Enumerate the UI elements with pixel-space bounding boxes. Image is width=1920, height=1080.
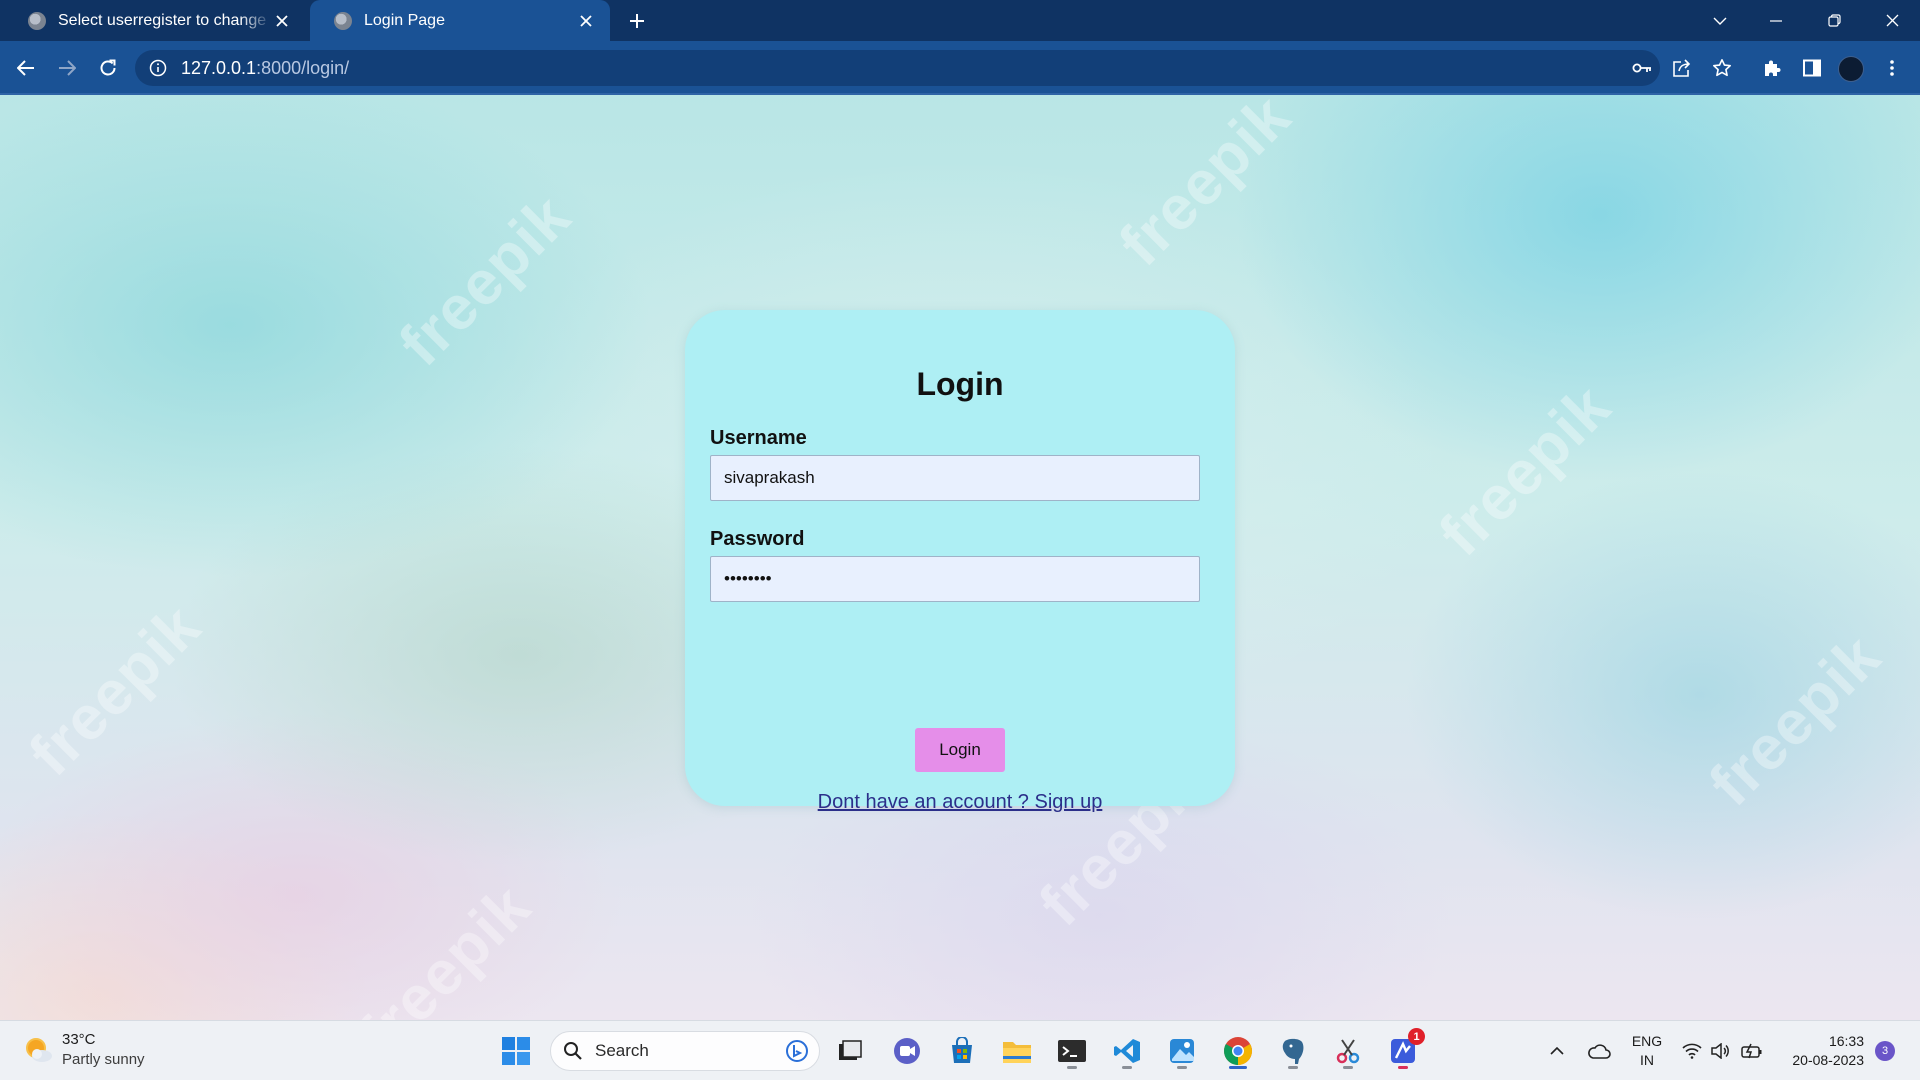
search-placeholder: Search — [595, 1041, 649, 1060]
photos-button[interactable] — [1162, 1031, 1202, 1071]
share-icon[interactable] — [1667, 50, 1697, 86]
terminal-icon — [1058, 1040, 1086, 1062]
folder-icon — [1003, 1042, 1031, 1063]
vscode-icon — [1114, 1039, 1140, 1063]
globe-icon — [28, 11, 46, 30]
password-input[interactable] — [710, 556, 1200, 602]
postgresql-button[interactable] — [1273, 1031, 1313, 1071]
notification-center-badge[interactable]: 3 — [1875, 1041, 1895, 1061]
file-explorer-button[interactable] — [997, 1031, 1037, 1071]
more-menu-icon[interactable] — [1877, 50, 1907, 86]
watermark-text: freepik — [1696, 621, 1894, 820]
elephant-icon — [1282, 1038, 1304, 1064]
reload-icon[interactable] — [92, 52, 124, 84]
terminal-button[interactable] — [1052, 1031, 1092, 1071]
browser-tab-strip: Select userregister to change | Django s… — [0, 0, 1920, 41]
watermark-text: freepik — [386, 181, 584, 380]
tab-django-admin[interactable]: Select userregister to change | Django s… — [4, 0, 306, 41]
minimize-button[interactable] — [1754, 0, 1798, 41]
snipping-tool-button[interactable] — [1328, 1031, 1368, 1071]
taskbar: 33°C Partly sunny Search 1 ENG IN 16:33 … — [0, 1020, 1920, 1080]
windows-logo-icon — [502, 1037, 530, 1065]
running-indicator — [1067, 1066, 1077, 1069]
close-icon[interactable] — [576, 11, 596, 31]
back-arrow-icon[interactable] — [10, 52, 42, 84]
running-indicator — [1288, 1066, 1298, 1069]
side-panel-icon[interactable] — [1797, 50, 1827, 86]
taskbar-search-box[interactable]: Search — [550, 1031, 820, 1071]
watermark-text: freepik — [1106, 95, 1304, 280]
tab-title: Login Page — [364, 11, 445, 29]
running-indicator — [1229, 1066, 1247, 1069]
new-tab-button[interactable] — [622, 6, 652, 36]
teams-chat-button[interactable] — [887, 1031, 927, 1071]
power-automate-button[interactable]: 1 — [1383, 1028, 1425, 1071]
forward-arrow-icon[interactable] — [51, 52, 83, 84]
close-icon[interactable] — [272, 11, 292, 31]
clock-date: 20-08-2023 — [1792, 1052, 1864, 1068]
photos-icon — [1170, 1039, 1194, 1063]
username-input[interactable] — [710, 455, 1200, 501]
watermark-text: freepik — [1426, 371, 1624, 570]
taskbar-clock[interactable]: 16:33 20-08-2023 — [1780, 1032, 1864, 1070]
username-label: Username — [710, 427, 807, 449]
running-indicator — [1122, 1066, 1132, 1069]
weather-widget[interactable]: 33°C Partly sunny — [22, 1030, 145, 1070]
password-label: Password — [710, 528, 805, 550]
partly-sunny-icon — [26, 1038, 52, 1062]
task-view-button[interactable] — [830, 1031, 870, 1071]
notification-count-badge: 1 — [1408, 1028, 1425, 1045]
profile-avatar[interactable] — [1838, 56, 1864, 82]
running-indicator — [1398, 1066, 1408, 1069]
globe-icon — [334, 11, 352, 30]
restore-button[interactable] — [1812, 0, 1856, 41]
close-window-button[interactable] — [1870, 0, 1914, 41]
login-card: Login Username Password Login Dont have … — [685, 310, 1235, 813]
language-indicator[interactable]: ENG IN — [1630, 1032, 1664, 1070]
start-button[interactable] — [496, 1031, 536, 1071]
bing-chat-icon[interactable] — [785, 1038, 809, 1064]
tab-login-page[interactable]: Login Page — [310, 0, 610, 41]
address-bar[interactable]: 127.0.0.1:8000/login/ — [135, 50, 1660, 86]
watermark-text: freepik — [16, 591, 214, 790]
bookmark-star-icon[interactable] — [1707, 50, 1737, 86]
store-icon — [952, 1037, 972, 1063]
battery-charging-icon[interactable] — [1738, 1031, 1766, 1071]
running-indicator — [1343, 1066, 1353, 1069]
password-key-icon[interactable] — [1627, 50, 1657, 86]
tab-title: Select userregister to change | Django s… — [58, 11, 272, 29]
wifi-icon[interactable] — [1680, 1031, 1704, 1071]
volume-icon[interactable] — [1708, 1031, 1732, 1071]
login-title: Login — [916, 366, 1004, 402]
video-chat-icon — [894, 1038, 920, 1064]
url-text[interactable]: 127.0.0.1:8000/login/ — [181, 58, 349, 79]
login-button[interactable]: Login — [915, 728, 1005, 772]
running-indicator — [1177, 1066, 1187, 1069]
page-background: freepik freepik freepik freepik freepik … — [0, 95, 1920, 1020]
scissors-icon — [1336, 1039, 1360, 1064]
search-icon — [564, 1042, 582, 1060]
task-view-icon — [839, 1040, 862, 1060]
chrome-button[interactable] — [1218, 1031, 1258, 1071]
browser-toolbar: 127.0.0.1:8000/login/ — [0, 41, 1920, 95]
clock-time: 16:33 — [1828, 1033, 1864, 1049]
show-hidden-icons-chevron-icon[interactable] — [1545, 1031, 1569, 1071]
tab-search-chevron-icon[interactable] — [1698, 0, 1742, 41]
site-info-icon[interactable] — [149, 59, 167, 77]
microsoft-store-button[interactable] — [942, 1031, 982, 1071]
weather-description: Partly sunny — [62, 1051, 145, 1068]
extensions-puzzle-icon[interactable] — [1757, 50, 1787, 86]
watermark-text: freepik — [346, 871, 544, 1020]
vscode-button[interactable] — [1107, 1031, 1147, 1071]
weather-temperature: 33°C — [62, 1031, 96, 1048]
onedrive-cloud-icon[interactable] — [1584, 1031, 1614, 1071]
signup-link[interactable]: Dont have an account ? Sign up — [685, 791, 1235, 814]
chrome-icon — [1224, 1037, 1252, 1065]
